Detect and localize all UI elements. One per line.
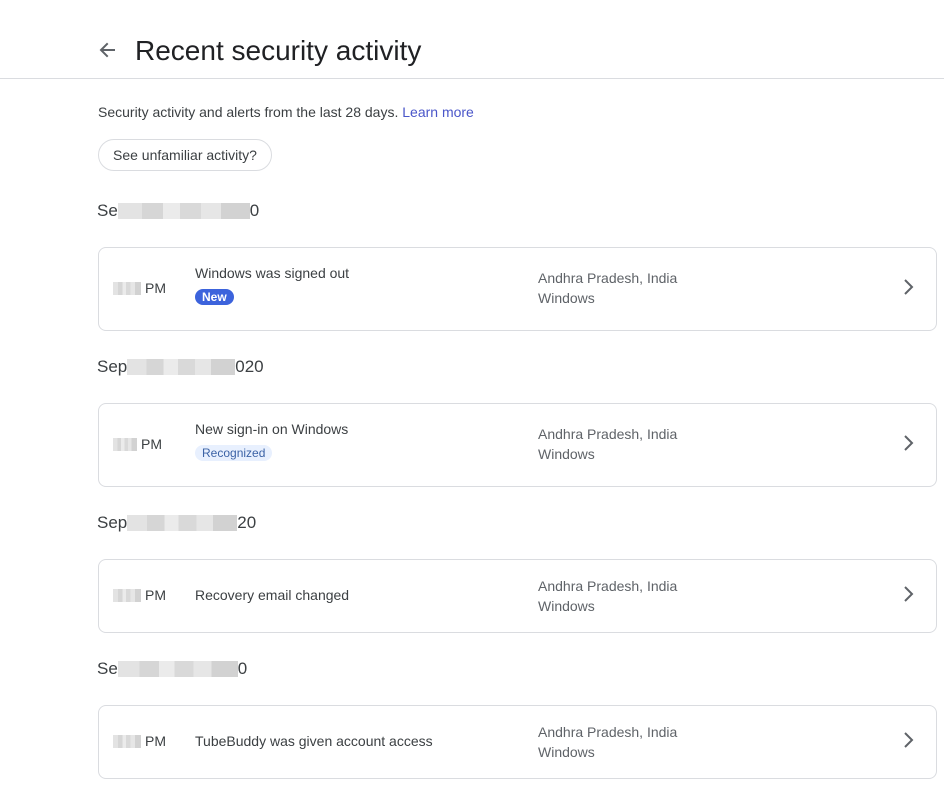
chevron-right-icon [898, 730, 918, 750]
activity-title: New sign-in on Windows [195, 421, 349, 437]
date-suffix: 0 [237, 659, 248, 678]
date-prefix: Sep [97, 513, 128, 532]
device-text: Windows [538, 744, 595, 760]
activity-card[interactable]: PM Recovery email changed Andhra Pradesh… [98, 559, 937, 633]
activity-event: TubeBuddy was given account access [195, 733, 433, 749]
chevron-right-icon [898, 584, 918, 604]
redacted-date [127, 515, 238, 531]
date-heading: Se 0 [97, 200, 259, 222]
activity-event: Windows was signed out New [195, 265, 349, 305]
activity-title: Windows was signed out [195, 265, 350, 281]
activity-location: Andhra Pradesh, India Windows [538, 424, 677, 464]
activity-time: PM [113, 733, 166, 749]
date-prefix: Se [97, 201, 118, 220]
activity-location: Andhra Pradesh, India Windows [538, 576, 677, 616]
redacted-time [113, 588, 141, 602]
activity-event: Recovery email changed [195, 587, 349, 603]
activity-time: PM [113, 280, 166, 296]
activity-card[interactable]: PM Windows was signed out New Andhra Pra… [98, 247, 937, 331]
page-header: Recent security activity [0, 0, 944, 79]
chevron-right-icon [898, 277, 918, 297]
date-suffix: 20 [237, 513, 257, 532]
page-title: Recent security activity [135, 35, 422, 66]
arrow-left-icon [99, 42, 115, 58]
date-suffix: 0 [249, 201, 260, 220]
device-text: Windows [538, 598, 595, 614]
activity-time: PM [113, 587, 166, 603]
location-text: Andhra Pradesh, India [538, 578, 678, 594]
location-text: Andhra Pradesh, India [538, 270, 678, 286]
intro-text: Security activity and alerts from the la… [98, 103, 474, 121]
redacted-time [113, 281, 141, 295]
activity-location: Andhra Pradesh, India Windows [538, 268, 677, 308]
time-suffix: PM [141, 436, 162, 452]
device-text: Windows [538, 290, 595, 306]
status-badge: Recognized [195, 445, 273, 461]
activity-card[interactable]: PM New sign-in on Windows Recognized And… [98, 403, 937, 487]
status-badge: New [195, 289, 234, 305]
date-suffix: 020 [235, 357, 264, 376]
activity-title: Recovery email changed [195, 587, 350, 603]
chevron-right-icon [898, 433, 918, 453]
redacted-time [113, 734, 141, 748]
redacted-date [117, 661, 238, 677]
time-suffix: PM [145, 733, 166, 749]
redacted-date [117, 203, 250, 219]
activity-location: Andhra Pradesh, India Windows [538, 722, 677, 762]
see-unfamiliar-activity-button[interactable]: See unfamiliar activity? [98, 139, 272, 171]
intro-description: Security activity and alerts from the la… [98, 104, 399, 120]
redacted-time [113, 437, 137, 451]
date-prefix: Se [97, 659, 118, 678]
date-heading: Sep 20 [97, 512, 256, 534]
date-heading: Se 0 [97, 658, 247, 680]
activity-time: PM [113, 436, 162, 452]
learn-more-link[interactable]: Learn more [402, 104, 474, 120]
date-heading: Sep 020 [97, 356, 264, 378]
activity-event: New sign-in on Windows Recognized [195, 421, 348, 461]
location-text: Andhra Pradesh, India [538, 426, 678, 442]
back-button[interactable] [92, 35, 122, 65]
activity-card[interactable]: PM TubeBuddy was given account access An… [98, 705, 937, 779]
time-suffix: PM [145, 587, 166, 603]
redacted-date [127, 359, 236, 375]
location-text: Andhra Pradesh, India [538, 724, 678, 740]
activity-title: TubeBuddy was given account access [195, 733, 433, 749]
device-text: Windows [538, 446, 595, 462]
time-suffix: PM [145, 280, 166, 296]
date-prefix: Sep [97, 357, 128, 376]
